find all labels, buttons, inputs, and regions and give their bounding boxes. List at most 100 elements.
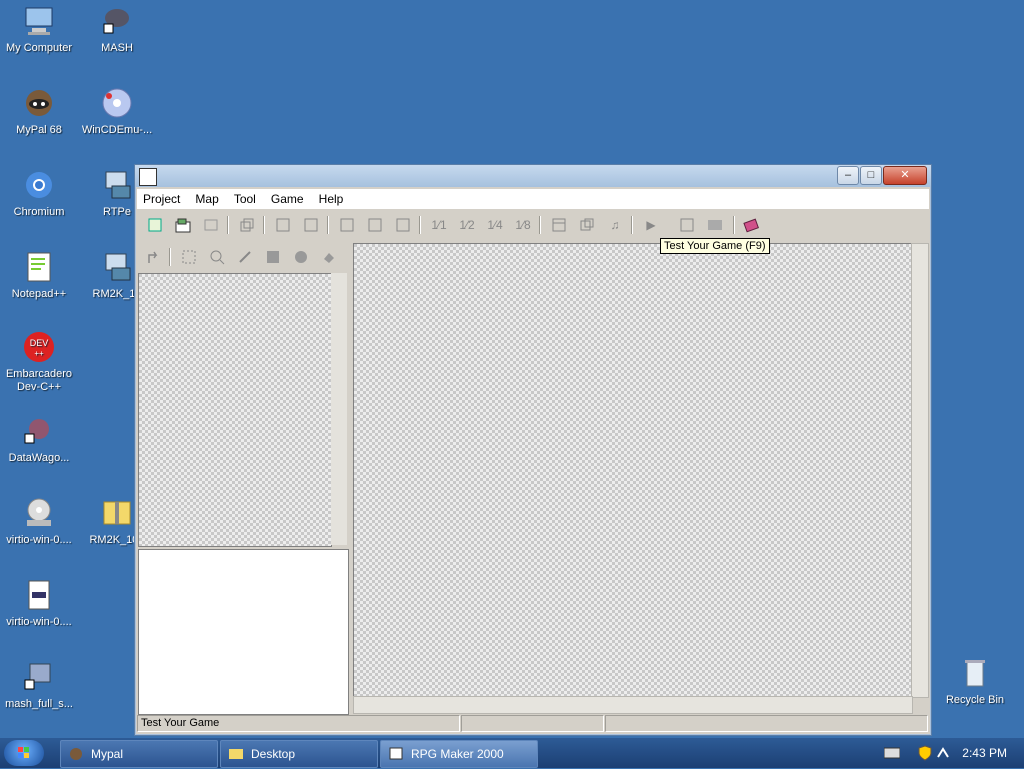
map-tree[interactable]	[138, 549, 349, 715]
status-bar: Test Your Game	[137, 715, 928, 732]
clock[interactable]: 2:43 PM	[962, 738, 1007, 768]
circle-icon	[295, 251, 307, 263]
desktop-icon-wincdemu[interactable]: WinCDEmu-...	[78, 86, 156, 137]
menu-help[interactable]: Help	[313, 189, 350, 209]
database-button[interactable]	[549, 215, 569, 235]
map-horizontal-scrollbar[interactable]	[353, 696, 913, 714]
drawing-toolbar	[137, 243, 349, 271]
zoom-1-4-button[interactable]: 1⁄4	[485, 215, 505, 235]
status-text: Test Your Game	[137, 715, 460, 732]
taskbar-button-desktop[interactable]: Desktop	[220, 740, 378, 768]
toolbar-separator	[227, 216, 229, 234]
desktop-icon-notepadpp[interactable]: Notepad++	[0, 250, 78, 301]
title-bar[interactable]: ‒ □ ✕	[135, 165, 931, 187]
toolbar-separator	[733, 216, 735, 234]
taskbar-button-rpg-maker[interactable]: RPG Maker 2000	[380, 740, 538, 768]
mode-select-button[interactable]	[393, 215, 413, 235]
undo-button[interactable]	[143, 247, 163, 267]
desktop-icon-chromium[interactable]: Chromium	[0, 168, 78, 219]
desktop-icon-label: DataWago...	[8, 452, 70, 464]
desktop-icon-label: Notepad++	[11, 288, 67, 300]
mode-event-button[interactable]	[365, 215, 385, 235]
layer-lower-button[interactable]	[273, 215, 293, 235]
menu-project[interactable]: Project	[137, 189, 186, 209]
new-project-icon	[148, 218, 162, 232]
zoom-1-2-button[interactable]: 1⁄2	[457, 215, 477, 235]
desktop-icon-label: MASH	[101, 42, 133, 54]
menu-map[interactable]: Map	[189, 189, 224, 209]
desktop-icon-mypal[interactable]: MyPal 68	[0, 86, 78, 137]
desktop-icon-label: virtio-win-0....	[6, 534, 72, 546]
upper-layer-icon	[304, 218, 318, 232]
music-icon: ♫	[610, 218, 620, 232]
help-button[interactable]	[741, 215, 761, 235]
status-cell-2	[461, 715, 604, 732]
rectangle-tool-button[interactable]	[263, 247, 283, 267]
database-icon	[552, 218, 566, 232]
chromium-icon	[22, 168, 56, 202]
mypal-icon	[70, 748, 82, 760]
menu-game[interactable]: Game	[265, 189, 310, 209]
close-project-button[interactable]	[201, 215, 221, 235]
toolbar-separator	[631, 216, 633, 234]
shield-icon[interactable]	[918, 745, 932, 761]
desktop-icon-my-computer[interactable]: My Computer	[0, 4, 78, 55]
desktop-icon-mash[interactable]: MASH	[78, 4, 156, 55]
close-project-icon	[204, 219, 218, 231]
map-canvas[interactable]	[353, 243, 913, 698]
rpg-maker-app-icon	[139, 168, 157, 186]
fullscreen-button[interactable]	[677, 215, 697, 235]
datawago-icon	[22, 414, 56, 448]
fill-icon	[324, 253, 334, 263]
disc-icon	[100, 86, 134, 120]
layer-upper-button[interactable]	[301, 215, 321, 235]
new-project-button[interactable]	[145, 215, 165, 235]
start-button[interactable]	[4, 740, 44, 766]
menu-bar: Project Map Tool Game Help	[137, 189, 929, 209]
material-button[interactable]	[577, 215, 597, 235]
minimize-button[interactable]: ‒	[837, 166, 859, 185]
main-toolbar: 1⁄1 1⁄2 1⁄4 1⁄8 ♫ ▶	[137, 211, 929, 239]
title-screen-button[interactable]	[705, 215, 725, 235]
menu-tool[interactable]: Tool	[228, 189, 262, 209]
desktop-icon-devcpp[interactable]: DEV ++ Embarcadero Dev-C++	[0, 330, 78, 394]
fill-tool-button[interactable]	[319, 247, 339, 267]
desktop-icon-virtio-2[interactable]: virtio-win-0....	[0, 578, 78, 629]
circle-tool-button[interactable]	[291, 247, 311, 267]
desktop-icon-label: My Computer	[5, 42, 73, 54]
zoom-1-8-button[interactable]: 1⁄8	[513, 215, 533, 235]
svg-text:++: ++	[34, 349, 44, 358]
recycle-bin-icon	[958, 656, 992, 690]
open-project-button[interactable]	[173, 215, 193, 235]
network-icon[interactable]	[936, 745, 950, 761]
toolbar-separator	[539, 216, 541, 234]
event-mode-icon	[368, 218, 382, 232]
installer-icon	[100, 168, 134, 202]
select-tool-button[interactable]	[179, 247, 199, 267]
keyboard-icon[interactable]	[884, 747, 900, 759]
backup-button[interactable]	[237, 215, 257, 235]
maximize-button[interactable]: □	[860, 166, 882, 185]
svg-text:DEV: DEV	[30, 338, 49, 348]
test-play-button[interactable]: ▶	[641, 215, 661, 235]
computer-icon	[22, 4, 56, 38]
map-vertical-scrollbar[interactable]	[911, 243, 929, 698]
desktop-icon-datawago[interactable]: DataWago...	[0, 414, 78, 465]
mode-map-button[interactable]	[337, 215, 357, 235]
material-icon	[580, 218, 594, 231]
zoom-1-1-button[interactable]: 1⁄1	[429, 215, 449, 235]
tileset-palette[interactable]	[138, 273, 332, 547]
taskbar-button-mypal[interactable]: Mypal	[60, 740, 218, 768]
desktop-icon-recycle-bin[interactable]: Recycle Bin	[936, 656, 1014, 707]
mash-icon	[100, 4, 134, 38]
toolbar-separator	[169, 248, 171, 266]
zoom-tool-button[interactable]	[207, 247, 227, 267]
pencil-tool-button[interactable]	[235, 247, 255, 267]
close-button[interactable]: ✕	[883, 166, 927, 185]
lower-layer-icon	[276, 218, 290, 232]
desktop-icon-label: Chromium	[13, 206, 65, 218]
desktop-icon-virtio-1[interactable]: virtio-win-0....	[0, 496, 78, 547]
music-test-button[interactable]: ♫	[605, 215, 625, 235]
desktop-icon-mash-full[interactable]: mash_full_s...	[0, 660, 78, 711]
tileset-scrollbar[interactable]	[331, 273, 347, 545]
